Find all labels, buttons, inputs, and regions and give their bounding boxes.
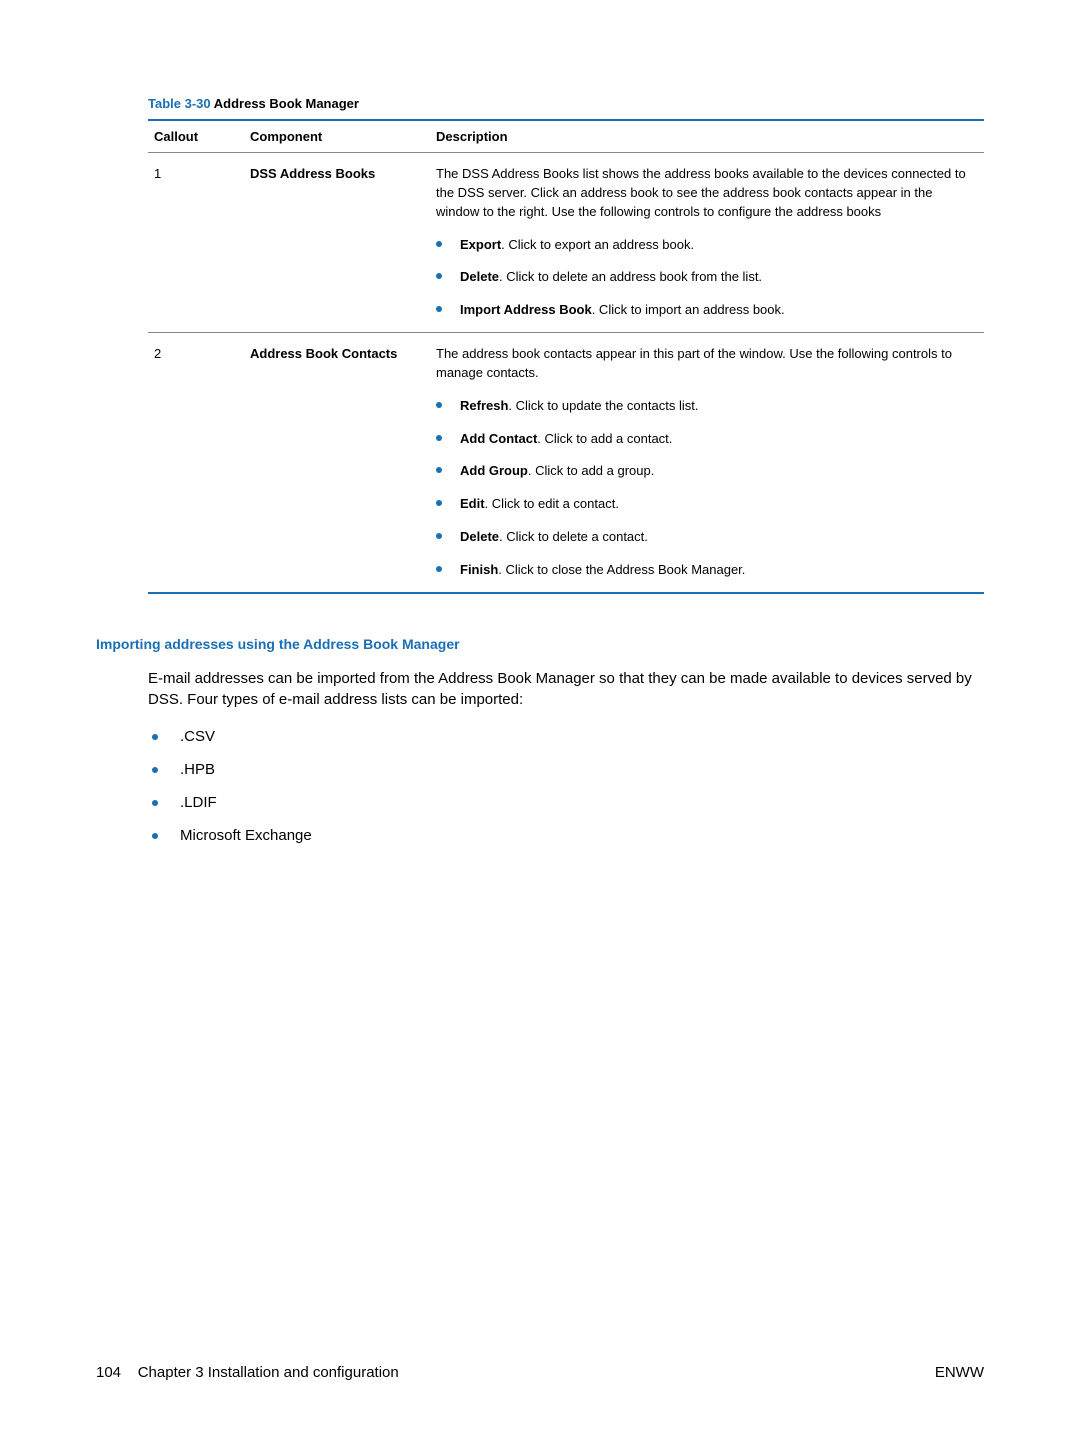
cell-component: DSS Address Books [244, 153, 430, 333]
description-intro: The address book contacts appear in this… [436, 345, 978, 383]
bullet-icon [152, 833, 158, 839]
control-name: Edit [460, 496, 485, 511]
list-item: .LDIF [148, 794, 984, 811]
cell-description: The address book contacts appear in this… [430, 333, 984, 593]
bullet-icon [436, 566, 442, 572]
control-text: . Click to add a group. [528, 463, 654, 478]
format-name: .LDIF [180, 794, 217, 811]
formats-list: .CSV .HPB .LDIF Microsoft Exchange [148, 728, 984, 844]
document-page: Table 3-30 Address Book Manager Callout … [0, 0, 1080, 1437]
bullet-icon [152, 767, 158, 773]
list-item: Refresh. Click to update the contacts li… [436, 397, 978, 416]
header-component: Component [244, 120, 430, 153]
content-area: Table 3-30 Address Book Manager Callout … [148, 96, 984, 594]
control-name: Import Address Book [460, 302, 592, 317]
section-body: E-mail addresses can be imported from th… [148, 668, 984, 710]
format-name: .HPB [180, 761, 215, 778]
bullet-icon [436, 273, 442, 279]
control-name: Add Contact [460, 431, 537, 446]
list-item: Delete. Click to delete an address book … [436, 268, 978, 287]
header-description: Description [430, 120, 984, 153]
controls-list: Export. Click to export an address book.… [436, 236, 978, 321]
description-intro: The DSS Address Books list shows the add… [436, 165, 978, 222]
bullet-icon [436, 435, 442, 441]
control-name: Delete [460, 529, 499, 544]
format-name: .CSV [180, 728, 215, 745]
table-header-row: Callout Component Description [148, 120, 984, 153]
bullet-icon [152, 800, 158, 806]
control-name: Finish [460, 562, 498, 577]
controls-list: Refresh. Click to update the contacts li… [436, 397, 978, 580]
format-name: Microsoft Exchange [180, 827, 312, 844]
table-caption: Table 3-30 Address Book Manager [148, 96, 984, 111]
control-text: . Click to export an address book. [501, 237, 694, 252]
footer-chapter: Chapter 3 Installation and configuration [138, 1364, 399, 1381]
control-text: . Click to add a contact. [537, 431, 672, 446]
cell-component: Address Book Contacts [244, 333, 430, 593]
control-name: Refresh [460, 398, 508, 413]
control-text: . Click to delete an address book from t… [499, 269, 762, 284]
cell-callout: 2 [148, 333, 244, 593]
footer-left: 104 Chapter 3 Installation and configura… [96, 1364, 399, 1381]
page-number: 104 [96, 1364, 121, 1381]
control-name: Delete [460, 269, 499, 284]
table-row: 1 DSS Address Books The DSS Address Book… [148, 153, 984, 333]
list-item: Delete. Click to delete a contact. [436, 528, 978, 547]
section-heading: Importing addresses using the Address Bo… [96, 636, 984, 652]
table-row: 2 Address Book Contacts The address book… [148, 333, 984, 593]
list-item: Edit. Click to edit a contact. [436, 495, 978, 514]
list-item: .CSV [148, 728, 984, 745]
control-name: Export [460, 237, 501, 252]
control-text: . Click to delete a contact. [499, 529, 648, 544]
page-footer: 104 Chapter 3 Installation and configura… [96, 1364, 984, 1381]
bullet-icon [152, 734, 158, 740]
address-book-manager-table: Callout Component Description 1 DSS Addr… [148, 119, 984, 594]
table-caption-label: Table 3-30 [148, 96, 211, 111]
control-name: Add Group [460, 463, 528, 478]
bullet-icon [436, 306, 442, 312]
section-body-wrap: E-mail addresses can be imported from th… [148, 668, 984, 844]
control-text: . Click to import an address book. [592, 302, 785, 317]
list-item: Export. Click to export an address book. [436, 236, 978, 255]
footer-right: ENWW [935, 1364, 984, 1381]
list-item: Finish. Click to close the Address Book … [436, 561, 978, 580]
cell-callout: 1 [148, 153, 244, 333]
control-text: . Click to close the Address Book Manage… [498, 562, 745, 577]
table-caption-title: Address Book Manager [211, 96, 359, 111]
bullet-icon [436, 467, 442, 473]
list-item: Import Address Book. Click to import an … [436, 301, 978, 320]
header-callout: Callout [148, 120, 244, 153]
cell-description: The DSS Address Books list shows the add… [430, 153, 984, 333]
list-item: .HPB [148, 761, 984, 778]
list-item: Add Contact. Click to add a contact. [436, 430, 978, 449]
list-item: Add Group. Click to add a group. [436, 462, 978, 481]
bullet-icon [436, 500, 442, 506]
control-text: . Click to edit a contact. [485, 496, 619, 511]
bullet-icon [436, 402, 442, 408]
list-item: Microsoft Exchange [148, 827, 984, 844]
bullet-icon [436, 241, 442, 247]
bullet-icon [436, 533, 442, 539]
control-text: . Click to update the contacts list. [508, 398, 698, 413]
